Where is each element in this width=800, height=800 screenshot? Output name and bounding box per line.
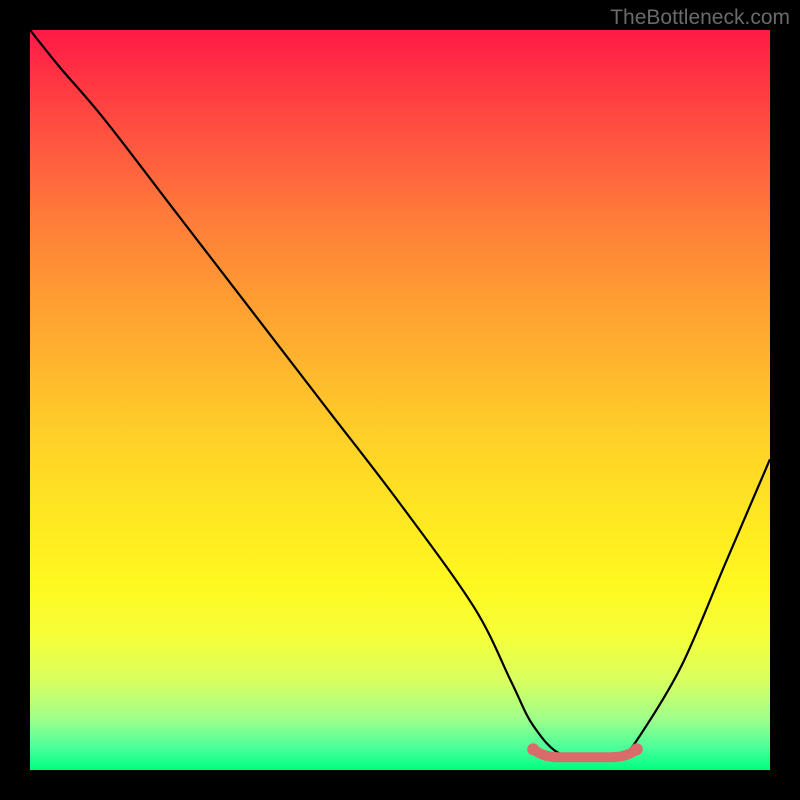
flat-region-start-dot bbox=[527, 743, 539, 755]
curve-svg bbox=[30, 30, 770, 770]
flat-region-highlight bbox=[533, 749, 637, 757]
watermark-text: TheBottleneck.com bbox=[610, 6, 790, 30]
plot-area bbox=[30, 30, 770, 770]
bottleneck-curve bbox=[30, 30, 770, 757]
chart-container: TheBottleneck.com bbox=[0, 0, 800, 800]
flat-region-end-dot bbox=[631, 743, 643, 755]
